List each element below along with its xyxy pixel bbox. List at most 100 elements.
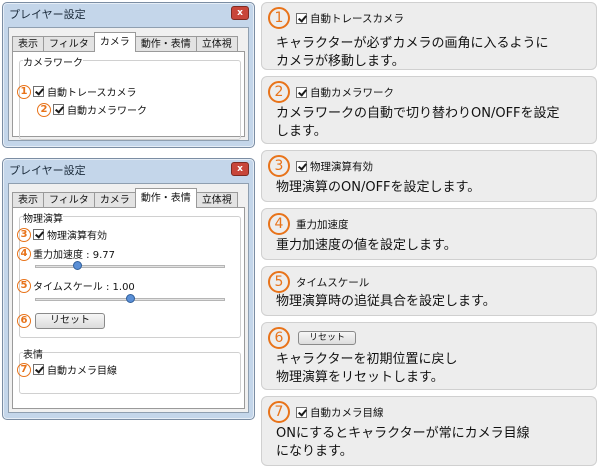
checkbox-icon [296, 160, 307, 172]
callout-gravity: 4 重力加速度 重力加速度の値を設定します。 [261, 208, 597, 260]
auto-trace-camera-label: 自動トレースカメラ [47, 88, 137, 99]
callout-title: 自動カメラ目線 [310, 406, 384, 419]
callout-title: 自動カメラワーク [310, 86, 394, 99]
marker-1: 1 [268, 7, 290, 29]
callout-title: 物理演算有効 [310, 160, 373, 173]
callout-header: 7 自動カメラ目線 [268, 401, 384, 423]
description-line: キャラクターが必ずカメラの画角に入るように [276, 36, 549, 51]
close-button[interactable]: x [231, 162, 249, 176]
marker-2: 2 [37, 102, 51, 117]
reset-row: 6 [17, 314, 33, 328]
gravity-slider[interactable] [35, 259, 225, 273]
player-settings-window-motion: プレイヤー設定 x 表示 フィルタ カメラ 動作・表情 立体視 物理演算 3 物… [2, 158, 255, 420]
marker-7: 7 [268, 401, 290, 423]
auto-camerawork-row: 2 自動カメラワーク [37, 102, 147, 117]
tab-filter[interactable]: フィルタ [43, 192, 95, 208]
tab-stereo[interactable]: 立体視 [195, 192, 238, 208]
tab-camera[interactable]: カメラ [93, 192, 136, 208]
callout-header: 3 物理演算有効 [268, 155, 373, 177]
callout-title: 重力加速度 [296, 218, 349, 231]
callout-description: 重力加速度の値を設定します。 [276, 237, 588, 255]
timescale-slider-thumb[interactable] [126, 294, 135, 303]
window-body: 表示 フィルタ カメラ 動作・表情 立体視 カメラワーク 1 自動トレースカメラ… [8, 27, 249, 141]
reset-button[interactable]: リセット [35, 313, 105, 329]
callout-reset: 6 リセット キャラクターを初期位置に戻し 物理演算をリセットします。 [261, 322, 597, 390]
description-line: 重力加速度の値を設定します。 [276, 238, 457, 253]
callout-description: ONにするとキャラクターが常にカメラ目線 になります。 [276, 425, 588, 461]
description-line: します。 [276, 124, 327, 139]
description-line: 物理演算をリセットします。 [276, 370, 444, 385]
window-body: 表示 フィルタ カメラ 動作・表情 立体視 物理演算 3 物理演算有効 4 重力… [8, 183, 249, 413]
auto-camerawork-label: 自動カメラワーク [67, 106, 147, 117]
close-button[interactable]: x [231, 6, 249, 20]
physics-enabled-row: 3 物理演算有効 [17, 227, 107, 242]
camerawork-group-label: カメラワーク [23, 54, 83, 69]
description-line: 物理演算時の追従具合を設定します。 [276, 294, 496, 309]
gravity-slider-thumb[interactable] [72, 261, 82, 270]
marker-7: 7 [17, 362, 31, 377]
tab-camera[interactable]: カメラ [93, 32, 136, 52]
checkbox-icon [296, 406, 307, 418]
expression-group-label: 表情 [23, 346, 43, 361]
marker-6: 6 [268, 327, 290, 349]
tab-bar: 表示 フィルタ カメラ 動作・表情 立体視 [12, 188, 238, 208]
timescale-row: 5 タイムスケール : 1.00 [17, 278, 135, 293]
description-line: カメラが移動します。 [276, 54, 405, 69]
callout-header: 5 タイムスケール [268, 271, 369, 293]
callout-description: 物理演算のON/OFFを設定します。 [276, 179, 588, 197]
timescale-label: タイムスケール : 1.00 [33, 282, 135, 293]
physics-enabled-label: 物理演算有効 [47, 231, 107, 242]
reset-button-sample: リセット [298, 331, 357, 345]
callout-description: キャラクターが必ずカメラの画角に入るように カメラが移動します。 [276, 35, 588, 71]
callout-header: 2 自動カメラワーク [268, 81, 394, 103]
tab-bar: 表示 フィルタ カメラ 動作・表情 立体視 [12, 32, 238, 52]
marker-2: 2 [268, 81, 290, 103]
tab-stereo[interactable]: 立体視 [195, 36, 238, 52]
camera-pane: カメラワーク 1 自動トレースカメラ 2 自動カメラワーク [12, 51, 245, 140]
checkbox-icon [296, 12, 307, 24]
auto-camerawork-checkbox[interactable] [53, 104, 64, 115]
description-line: になります。 [276, 444, 353, 459]
tab-filter[interactable]: フィルタ [43, 36, 95, 52]
eye-contact-row: 7 自動カメラ目線 [17, 362, 117, 377]
callout-eye-contact: 7 自動カメラ目線 ONにするとキャラクターが常にカメラ目線 になります。 [261, 396, 597, 466]
callout-timescale: 5 タイムスケール 物理演算時の追従具合を設定します。 [261, 266, 597, 316]
tab-motion-expression[interactable]: 動作・表情 [134, 36, 197, 52]
marker-5: 5 [268, 271, 290, 293]
marker-3: 3 [17, 227, 31, 242]
callout-physics-enabled: 3 物理演算有効 物理演算のON/OFFを設定します。 [261, 150, 597, 202]
callout-header: 4 重力加速度 [268, 213, 349, 235]
gravity-slider-track [35, 265, 225, 268]
callout-header: 1 自動トレースカメラ [268, 7, 404, 29]
auto-trace-camera-row: 1 自動トレースカメラ [17, 84, 137, 99]
auto-trace-camera-checkbox[interactable] [33, 86, 44, 97]
checkbox-icon [296, 86, 307, 98]
description-line: キャラクターを初期位置に戻し [276, 352, 458, 367]
callout-auto-trace-camera: 1 自動トレースカメラ キャラクターが必ずカメラの画角に入るように カメラが移動… [261, 2, 597, 70]
callout-header: 6 リセット [268, 327, 357, 349]
eye-contact-checkbox[interactable] [33, 364, 44, 375]
motion-pane: 物理演算 3 物理演算有効 4 重力加速度 : 9.77 5 タイムスケール :… [12, 207, 245, 409]
physics-group-label: 物理演算 [23, 210, 63, 225]
camerawork-group [19, 60, 241, 140]
description-line: カメラワークの自動で切り替わりON/OFFを設定 [276, 106, 560, 121]
marker-5: 5 [17, 278, 31, 293]
marker-6: 6 [17, 314, 31, 328]
tab-display[interactable]: 表示 [12, 36, 44, 52]
tab-motion-expression[interactable]: 動作・表情 [134, 188, 197, 208]
timescale-slider[interactable] [35, 292, 225, 306]
marker-4: 4 [268, 213, 290, 235]
callout-title: タイムスケール [296, 276, 370, 289]
eye-contact-label: 自動カメラ目線 [47, 366, 117, 377]
description-line: ONにするとキャラクターが常にカメラ目線 [276, 426, 530, 441]
marker-3: 3 [268, 155, 290, 177]
callout-description: キャラクターを初期位置に戻し 物理演算をリセットします。 [276, 351, 588, 387]
callout-description: カメラワークの自動で切り替わりON/OFFを設定 します。 [276, 105, 588, 141]
window-title: プレイヤー設定 [9, 8, 86, 21]
description-line: 物理演算のON/OFFを設定します。 [276, 180, 481, 195]
callout-title: 自動トレースカメラ [310, 12, 404, 25]
marker-4: 4 [17, 246, 31, 261]
tab-display[interactable]: 表示 [12, 192, 44, 208]
physics-enabled-checkbox[interactable] [33, 229, 44, 240]
player-settings-window-camera: プレイヤー設定 x 表示 フィルタ カメラ 動作・表情 立体視 カメラワーク 1… [2, 2, 255, 148]
